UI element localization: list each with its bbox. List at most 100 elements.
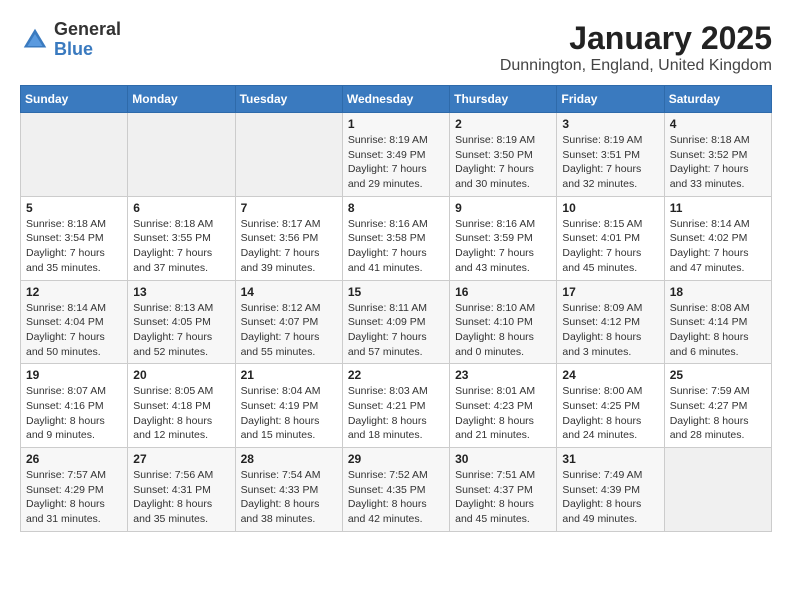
day-number: 18 xyxy=(670,285,766,299)
day-number: 12 xyxy=(26,285,122,299)
calendar-cell: 28 Sunrise: 7:54 AM Sunset: 4:33 PM Dayli… xyxy=(235,448,342,532)
day-number: 15 xyxy=(348,285,444,299)
day-info: Sunrise: 8:12 AM Sunset: 4:07 PM Dayligh… xyxy=(241,301,337,360)
day-info: Sunrise: 7:51 AM Sunset: 4:37 PM Dayligh… xyxy=(455,468,551,527)
day-number: 17 xyxy=(562,285,658,299)
day-info: Sunrise: 7:59 AM Sunset: 4:27 PM Dayligh… xyxy=(670,384,766,443)
weekday-header-tuesday: Tuesday xyxy=(235,86,342,113)
day-number: 6 xyxy=(133,201,229,215)
day-number: 20 xyxy=(133,368,229,382)
day-info: Sunrise: 7:57 AM Sunset: 4:29 PM Dayligh… xyxy=(26,468,122,527)
day-number: 5 xyxy=(26,201,122,215)
calendar-cell: 29 Sunrise: 7:52 AM Sunset: 4:35 PM Dayli… xyxy=(342,448,449,532)
day-number: 2 xyxy=(455,117,551,131)
day-info: Sunrise: 8:07 AM Sunset: 4:16 PM Dayligh… xyxy=(26,384,122,443)
day-info: Sunrise: 8:16 AM Sunset: 3:58 PM Dayligh… xyxy=(348,217,444,276)
day-info: Sunrise: 8:10 AM Sunset: 4:10 PM Dayligh… xyxy=(455,301,551,360)
day-number: 30 xyxy=(455,452,551,466)
day-number: 29 xyxy=(348,452,444,466)
day-info: Sunrise: 8:19 AM Sunset: 3:49 PM Dayligh… xyxy=(348,133,444,192)
day-number: 26 xyxy=(26,452,122,466)
calendar-cell: 26 Sunrise: 7:57 AM Sunset: 4:29 PM Dayli… xyxy=(21,448,128,532)
day-info: Sunrise: 8:03 AM Sunset: 4:21 PM Dayligh… xyxy=(348,384,444,443)
weekday-header-wednesday: Wednesday xyxy=(342,86,449,113)
day-info: Sunrise: 8:19 AM Sunset: 3:51 PM Dayligh… xyxy=(562,133,658,192)
calendar-header: SundayMondayTuesdayWednesdayThursdayFrid… xyxy=(21,86,772,113)
day-number: 19 xyxy=(26,368,122,382)
calendar-cell: 13Sunrise: 8:13 AM Sunset: 4:05 PM Dayli… xyxy=(128,280,235,364)
day-number: 21 xyxy=(241,368,337,382)
calendar-week-row: 12 Sunrise: 8:14 AM Sunset: 4:04 PM Dayli… xyxy=(21,280,772,364)
logo-general: General xyxy=(54,20,121,40)
weekday-header-sunday: Sunday xyxy=(21,86,128,113)
calendar-cell: 20 Sunrise: 8:05 AM Sunset: 4:18 PM Dayli… xyxy=(128,364,235,448)
calendar-cell: 14Sunrise: 8:12 AM Sunset: 4:07 PM Dayli… xyxy=(235,280,342,364)
page-header: General Blue January 2025 Dunnington, En… xyxy=(20,20,772,75)
day-info: Sunrise: 8:15 AM Sunset: 4:01 PM Dayligh… xyxy=(562,217,658,276)
logo-blue: Blue xyxy=(54,40,121,60)
day-info: Sunrise: 8:18 AM Sunset: 3:55 PM Dayligh… xyxy=(133,217,229,276)
day-number: 10 xyxy=(562,201,658,215)
day-number: 16 xyxy=(455,285,551,299)
day-info: Sunrise: 8:04 AM Sunset: 4:19 PM Dayligh… xyxy=(241,384,337,443)
day-info: Sunrise: 8:05 AM Sunset: 4:18 PM Dayligh… xyxy=(133,384,229,443)
day-info: Sunrise: 8:18 AM Sunset: 3:52 PM Dayligh… xyxy=(670,133,766,192)
day-number: 3 xyxy=(562,117,658,131)
day-number: 7 xyxy=(241,201,337,215)
calendar-week-row: 1 Sunrise: 8:19 AM Sunset: 3:49 PM Daylig… xyxy=(21,113,772,197)
calendar-cell: 3 Sunrise: 8:19 AM Sunset: 3:51 PM Daylig… xyxy=(557,113,664,197)
day-number: 1 xyxy=(348,117,444,131)
calendar-cell: 12 Sunrise: 8:14 AM Sunset: 4:04 PM Dayli… xyxy=(21,280,128,364)
calendar-cell xyxy=(664,448,771,532)
calendar-cell: 25 Sunrise: 7:59 AM Sunset: 4:27 PM Dayli… xyxy=(664,364,771,448)
day-info: Sunrise: 7:49 AM Sunset: 4:39 PM Dayligh… xyxy=(562,468,658,527)
day-info: Sunrise: 7:56 AM Sunset: 4:31 PM Dayligh… xyxy=(133,468,229,527)
calendar-cell: 15 Sunrise: 8:11 AM Sunset: 4:09 PM Dayli… xyxy=(342,280,449,364)
day-info: Sunrise: 8:14 AM Sunset: 4:04 PM Dayligh… xyxy=(26,301,122,360)
calendar-cell: 7 Sunrise: 8:17 AM Sunset: 3:56 PM Daylig… xyxy=(235,196,342,280)
day-number: 13 xyxy=(133,285,229,299)
calendar-cell: 31 Sunrise: 7:49 AM Sunset: 4:39 PM Dayli… xyxy=(557,448,664,532)
weekday-header-thursday: Thursday xyxy=(450,86,557,113)
day-number: 31 xyxy=(562,452,658,466)
day-number: 28 xyxy=(241,452,337,466)
day-info: Sunrise: 7:52 AM Sunset: 4:35 PM Dayligh… xyxy=(348,468,444,527)
calendar-cell: 4 Sunrise: 8:18 AM Sunset: 3:52 PM Daylig… xyxy=(664,113,771,197)
calendar-cell: 9Sunrise: 8:16 AM Sunset: 3:59 PM Daylig… xyxy=(450,196,557,280)
logo: General Blue xyxy=(20,20,121,60)
day-info: Sunrise: 8:08 AM Sunset: 4:14 PM Dayligh… xyxy=(670,301,766,360)
calendar-cell: 23Sunrise: 8:01 AM Sunset: 4:23 PM Dayli… xyxy=(450,364,557,448)
day-info: Sunrise: 8:17 AM Sunset: 3:56 PM Dayligh… xyxy=(241,217,337,276)
calendar-cell: 2Sunrise: 8:19 AM Sunset: 3:50 PM Daylig… xyxy=(450,113,557,197)
day-info: Sunrise: 8:00 AM Sunset: 4:25 PM Dayligh… xyxy=(562,384,658,443)
calendar-week-row: 26 Sunrise: 7:57 AM Sunset: 4:29 PM Dayli… xyxy=(21,448,772,532)
day-number: 25 xyxy=(670,368,766,382)
weekday-header-friday: Friday xyxy=(557,86,664,113)
logo-icon xyxy=(20,25,50,55)
calendar-body: 1 Sunrise: 8:19 AM Sunset: 3:49 PM Daylig… xyxy=(21,113,772,532)
calendar-table: SundayMondayTuesdayWednesdayThursdayFrid… xyxy=(20,85,772,532)
day-info: Sunrise: 8:11 AM Sunset: 4:09 PM Dayligh… xyxy=(348,301,444,360)
weekday-header-monday: Monday xyxy=(128,86,235,113)
day-number: 27 xyxy=(133,452,229,466)
day-number: 4 xyxy=(670,117,766,131)
weekday-header-row: SundayMondayTuesdayWednesdayThursdayFrid… xyxy=(21,86,772,113)
calendar-cell: 10 Sunrise: 8:15 AM Sunset: 4:01 PM Dayli… xyxy=(557,196,664,280)
calendar-week-row: 19 Sunrise: 8:07 AM Sunset: 4:16 PM Dayli… xyxy=(21,364,772,448)
calendar-cell: 17Sunrise: 8:09 AM Sunset: 4:12 PM Dayli… xyxy=(557,280,664,364)
day-number: 8 xyxy=(348,201,444,215)
calendar-cell: 24Sunrise: 8:00 AM Sunset: 4:25 PM Dayli… xyxy=(557,364,664,448)
calendar-cell: 22Sunrise: 8:03 AM Sunset: 4:21 PM Dayli… xyxy=(342,364,449,448)
calendar-cell: 1 Sunrise: 8:19 AM Sunset: 3:49 PM Daylig… xyxy=(342,113,449,197)
calendar-cell: 18 Sunrise: 8:08 AM Sunset: 4:14 PM Dayli… xyxy=(664,280,771,364)
calendar-cell: 11Sunrise: 8:14 AM Sunset: 4:02 PM Dayli… xyxy=(664,196,771,280)
day-number: 9 xyxy=(455,201,551,215)
calendar-cell xyxy=(21,113,128,197)
logo-text: General Blue xyxy=(54,20,121,60)
calendar-cell: 16 Sunrise: 8:10 AM Sunset: 4:10 PM Dayli… xyxy=(450,280,557,364)
day-info: Sunrise: 8:18 AM Sunset: 3:54 PM Dayligh… xyxy=(26,217,122,276)
weekday-header-saturday: Saturday xyxy=(664,86,771,113)
calendar-cell: 30 Sunrise: 7:51 AM Sunset: 4:37 PM Dayli… xyxy=(450,448,557,532)
day-info: Sunrise: 7:54 AM Sunset: 4:33 PM Dayligh… xyxy=(241,468,337,527)
month-title: January 2025 xyxy=(500,20,772,57)
